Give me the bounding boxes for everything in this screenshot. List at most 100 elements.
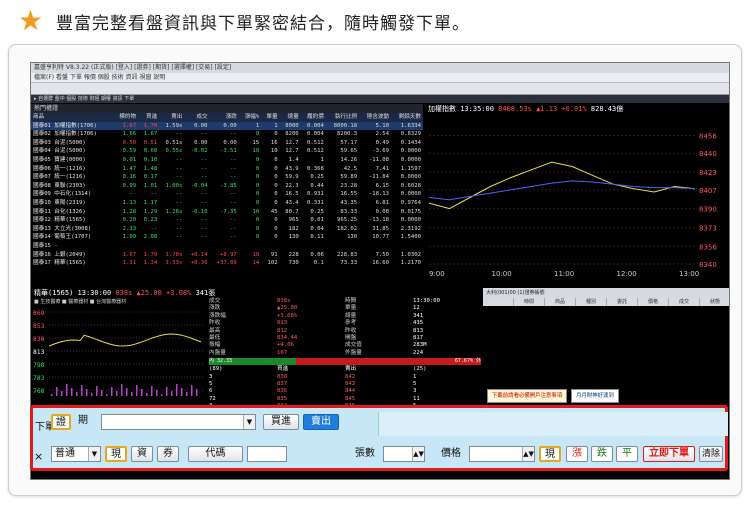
order-account-select[interactable]: 大利(001)00 (1)證券帳號 [483, 288, 729, 298]
sell-button[interactable]: 賣出 [303, 414, 339, 430]
order-col-header[interactable]: 時間 [514, 298, 545, 306]
quote-row[interactable]: 國泰03 台泥(5000) 0.50 0.51 0.51s 0.00 0.00 15 16 12… [31, 139, 423, 148]
quote-cell: 182.02 [336, 225, 358, 232]
quote-col-header[interactable]: 隱含波動 [359, 113, 392, 122]
quote-cell: 國泰09 中石化(1314) [33, 191, 92, 198]
quote-row[interactable]: 國泰15 - [31, 242, 423, 251]
quote-cell: 228 [288, 251, 299, 258]
order-status-body[interactable] [483, 306, 729, 382]
flat-price-button[interactable]: 平 [616, 446, 638, 462]
chevron-down-icon[interactable]: ▼ [88, 447, 100, 461]
chevron-down-icon[interactable]: ▼ [243, 415, 255, 429]
quote-table[interactable]: 商品 標的物 買進 賣出 成交 漲跌 漲幅% 單量 總量 履約價 執行比例 隱含波動 剩餘天數 國泰01… [31, 113, 423, 268]
app-menu-bar[interactable]: 檔案(F) 看盤 下單 報價 個股 技術 資訊 視窗 說明 [31, 73, 729, 83]
limit-up-button[interactable]: 漲 [566, 446, 588, 462]
qty-input[interactable]: ▲▼ [383, 446, 425, 462]
quote-cell: 0.99 [122, 182, 137, 189]
close-icon[interactable]: × [34, 450, 43, 463]
order-col-header[interactable]: 種別 [576, 298, 607, 306]
quote-col-header[interactable]: 剩餘天數 [391, 113, 423, 122]
quote-row[interactable]: 國泰12 精華(1565) 0.20 0.23 -- -- -- 0 0 965 0.01 965.… [31, 216, 423, 225]
quote-col-header[interactable]: 漲跌 [209, 113, 239, 122]
mode-futures-button[interactable]: 期 [73, 414, 93, 430]
order-col-header[interactable]: 狀態 [700, 298, 729, 306]
limit-down-button[interactable]: 跌 [591, 446, 613, 462]
quote-cell: 0.0175 [400, 208, 421, 215]
quote-col-header[interactable]: 買進 [138, 113, 160, 122]
quote-col-header[interactable]: 賣出 [159, 113, 185, 122]
quote-cell: 0.004 [300, 121, 326, 131]
quote-row[interactable]: 國泰02 加權指數(1706) 1.66 1.67 -- -- -- 0 0 8200 0.004… [31, 130, 423, 139]
quote-col-header[interactable]: 標的物 [112, 113, 139, 122]
y-tick-label: 8456 [699, 133, 717, 141]
volume-bar [76, 392, 78, 396]
price-type-button[interactable]: 現 [539, 446, 561, 462]
code-input[interactable] [247, 446, 287, 462]
quote-cell: -- [200, 131, 208, 138]
symbol-select[interactable]: ▼ [101, 414, 256, 430]
ad-banner-1[interactable]: 下載前請看必備開戶注意事項 [487, 389, 568, 403]
quote-row[interactable]: 國泰13 大立光(3008) 2.33 -- -- -- -- 0 0 182 0.04 182.0… [31, 225, 423, 234]
app-toolbar[interactable] [31, 83, 729, 95]
quote-row[interactable]: 國泰10 東陽(2319) 1.13 1.17 -- -- -- 0 0 43.4 0.331 43… [31, 199, 423, 208]
spinner-icon[interactable]: ▲▼ [522, 447, 534, 461]
quote-row[interactable]: 國泰05 寶建(0000) 0.01 0.10 -- -- -- 0 0 1.4 1 14.26 -1… [31, 156, 423, 165]
volume-bar [131, 392, 133, 396]
quote-cell: 8000.18 [325, 121, 360, 131]
quote-row[interactable]: 國泰17 精華(1565) 1.31 1.34 1.33s +0.36 +37.89 14 1… [31, 259, 423, 268]
code-button[interactable]: 代碼 [188, 446, 243, 462]
tick-price: 838s [115, 289, 133, 297]
order-col-header[interactable] [483, 298, 514, 306]
quote-cell: 23.28 [340, 182, 358, 189]
quote-row[interactable]: 國泰07 統一(1216) 0.16 0.17 -- -- -- 0 0 59.9 0.25 59.… [31, 173, 423, 182]
quote-col-header[interactable]: 商品 [31, 113, 113, 122]
quote-cell: 0.55s [165, 148, 183, 155]
quote-cell: -- [230, 234, 237, 241]
quote-row[interactable]: 國泰01 加權指數(1706) 1.67 1.70 1.59s 0.00 0.00 1 1 80… [31, 121, 423, 131]
quote-cell: -- [200, 165, 208, 172]
app-title-bar: 嘉盛亨利特 V8.3.22 (正式版) [登入] [證券] [期貨] [選擇權]… [31, 63, 729, 73]
quote-cell: 5.10 [359, 121, 392, 131]
quote-col-header[interactable]: 漲幅% [238, 113, 262, 122]
quote-cell: 1.28 [122, 208, 137, 215]
order-type-select[interactable]: 普通 ▼ [51, 446, 101, 462]
clear-button[interactable]: 清除 [699, 446, 723, 462]
cash-button[interactable]: 現 [105, 446, 127, 462]
quote-row[interactable]: 國泰11 台化(1326) 1.28 1.29 1.26s -0.10 -7.35 10 45… [31, 208, 423, 217]
buy-button[interactable]: 買進 [263, 414, 299, 430]
volume-bar [171, 391, 173, 396]
volume-bar [96, 386, 98, 396]
quote-row[interactable]: 國泰06 統一(1216) 1.47 1.48 -- -- -- 0 0 43.9 0.368 42… [31, 165, 423, 174]
order-col-header[interactable]: 委託 [607, 298, 638, 306]
quote-cell: -- [230, 225, 237, 232]
quote-cell: 0.00 [194, 139, 208, 146]
quote-row[interactable]: 國泰08 東聯(2303) 0.99 1.01 1.00s -0.04 -3.85 0 0 22… [31, 182, 423, 191]
order-col-header[interactable]: 成交 [669, 298, 700, 306]
quote-row[interactable]: 國泰16 上銀(2049) 1.67 1.70 1.78s +0.14 +8.97 10 91… [31, 251, 423, 260]
quote-cell: 1.5400 [400, 234, 421, 241]
quote-row[interactable]: 國泰14 葡萄王(1707) 1.99 2.08 -- -- -- 0 0 130 0.11 130… [31, 233, 423, 242]
ad-banner-2[interactable]: 月月財神好運到 [571, 389, 619, 403]
spinner-icon[interactable]: ▲▼ [412, 447, 424, 461]
price-input[interactable]: ▲▼ [469, 446, 535, 462]
order-col-header[interactable]: 價格 [638, 298, 669, 306]
quote-row[interactable]: 國泰09 中石化(1314) -- -- -- -- -- 0 0 16.5 0.931 16.55… [31, 190, 423, 199]
quote-table-body[interactable]: 國泰01 加權指數(1706) 1.67 1.70 1.59s 0.00 0.00 1 1 80… [31, 121, 423, 268]
margin-button[interactable]: 資 [131, 446, 153, 462]
quote-col-header[interactable]: 成交 [184, 113, 210, 122]
quote-col-header[interactable]: 單量 [261, 113, 280, 122]
detail-cell: 1 [413, 373, 417, 380]
quote-cell: 國泰01 加權指數(1706) [31, 121, 113, 131]
short-button[interactable]: 券 [157, 446, 179, 462]
app-tabs[interactable]: ▸ 自選群 盤中 個股 技術 財經 期權 資訊 下單 [31, 95, 729, 103]
tick-y-label: 869 [33, 310, 45, 317]
quote-col-header[interactable]: 總量 [279, 113, 301, 122]
quote-cell: 16.5 [285, 191, 299, 198]
quote-row[interactable]: 國泰04 台泥(5000) 0.59 0.60 0.55s -0.02 -3.51 10 10… [31, 147, 423, 156]
quote-col-header[interactable]: 履約價 [300, 113, 326, 122]
submit-order-button[interactable]: 立即下單 [643, 446, 695, 462]
order-col-header[interactable]: 商品 [545, 298, 576, 306]
quote-cell: 0.04 [310, 225, 324, 232]
mode-stock-button[interactable]: 證 [51, 414, 71, 430]
quote-col-header[interactable]: 執行比例 [325, 113, 360, 122]
